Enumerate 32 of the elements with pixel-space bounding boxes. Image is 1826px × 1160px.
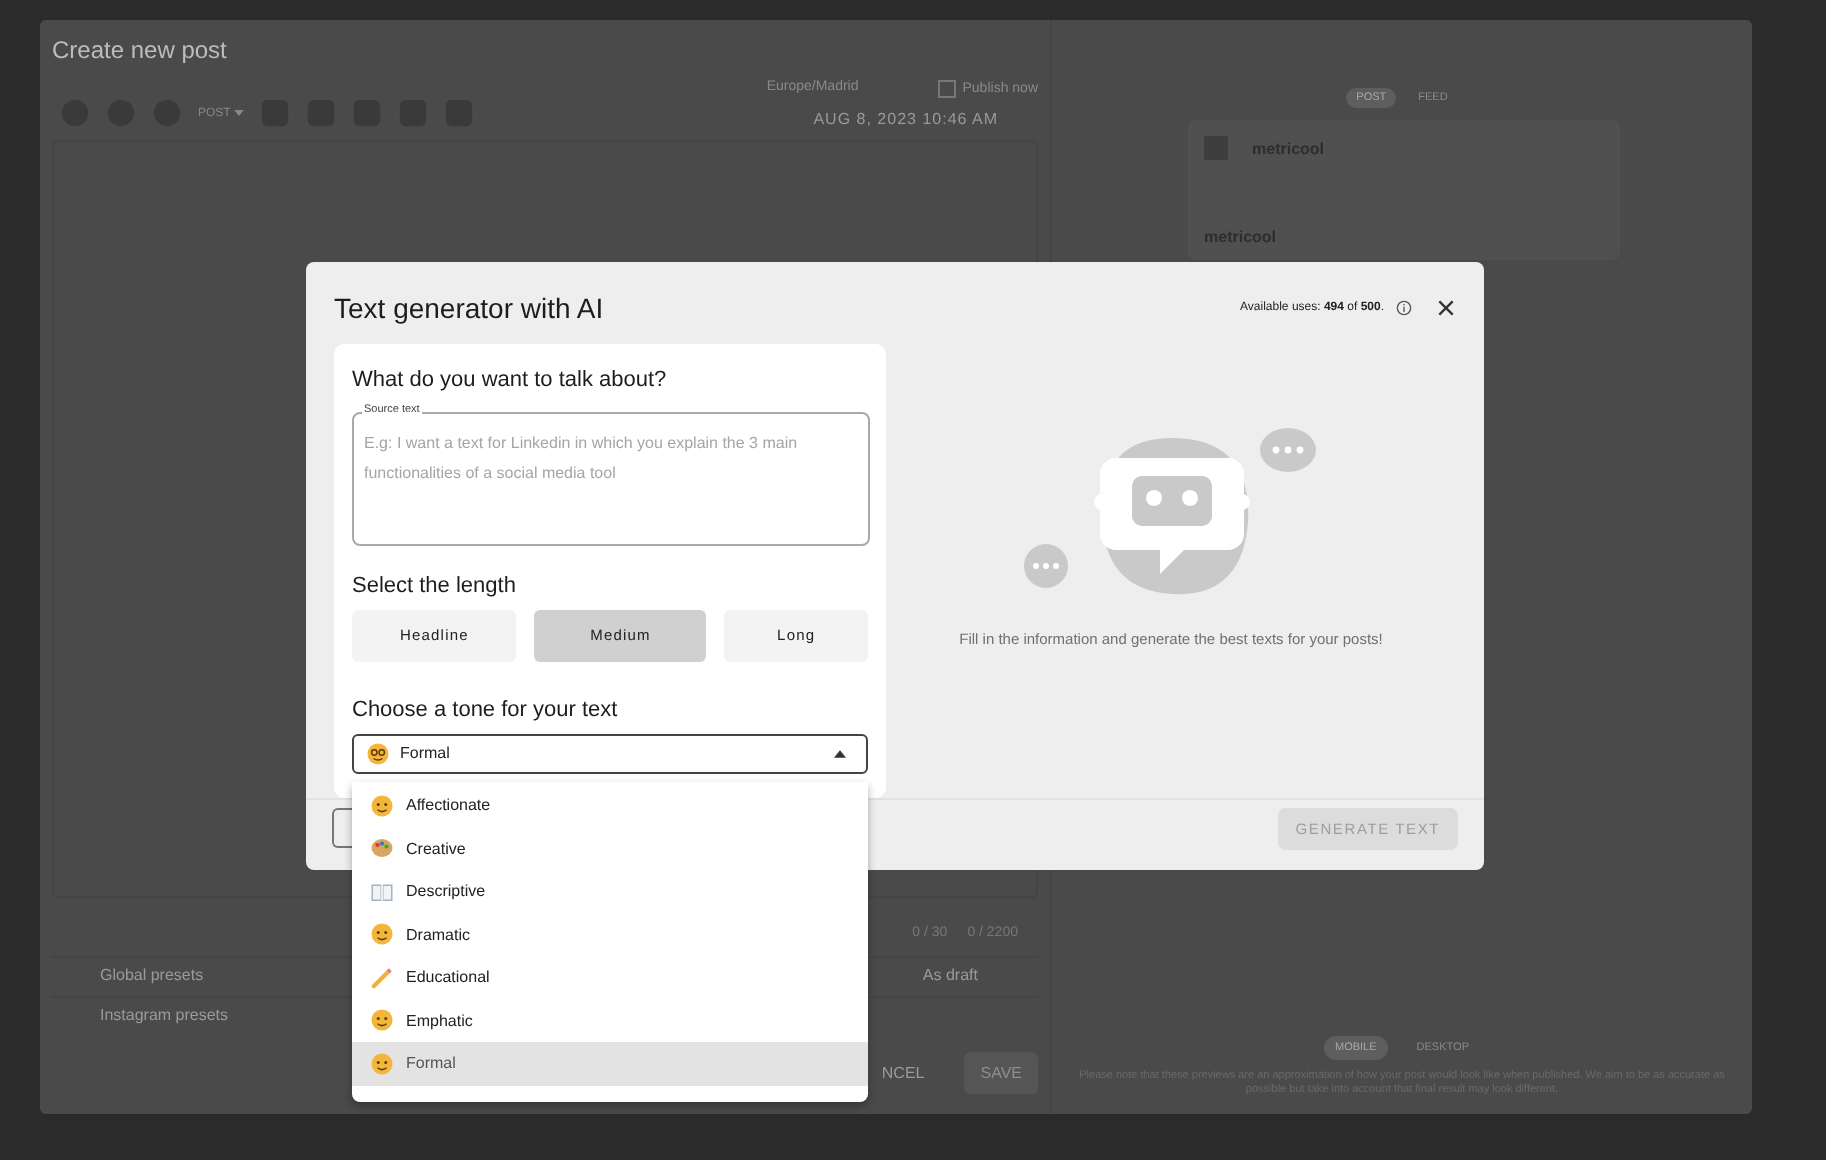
close-icon[interactable] bbox=[1436, 297, 1456, 318]
cancel-button[interactable]: NCEL bbox=[881, 1064, 925, 1082]
length-heading: Select the length bbox=[352, 573, 518, 598]
preset-label[interactable]: Global presets bbox=[100, 966, 204, 984]
tone-select[interactable]: Formal bbox=[352, 733, 868, 774]
source-text-field[interactable]: E.g: I want a text for Linkedin in which you explain the 3 main functionalities of a social media tool bbox=[352, 411, 870, 546]
tone-option[interactable]: Educational bbox=[352, 956, 868, 999]
book-icon bbox=[370, 879, 394, 904]
face-icon bbox=[370, 922, 394, 947]
tone-option[interactable]: Creative bbox=[352, 827, 868, 870]
dialog-title: Text generator with AI bbox=[334, 291, 606, 324]
caret-icon bbox=[234, 110, 245, 116]
palette-icon bbox=[370, 836, 394, 861]
date-picker[interactable]: AUG 8, 2023 10:46 AM bbox=[813, 110, 1038, 128]
face-icon bbox=[366, 741, 390, 766]
face-icon bbox=[370, 1051, 394, 1076]
tone-option[interactable]: Formal bbox=[352, 1042, 868, 1085]
tone-option[interactable]: Affectionate bbox=[352, 784, 868, 827]
info-icon[interactable] bbox=[1396, 299, 1412, 316]
editor-title: Create new post bbox=[52, 36, 229, 64]
tone-option[interactable]: Dramatic bbox=[352, 913, 868, 956]
face-icon bbox=[370, 793, 394, 818]
publish-checkbox[interactable] bbox=[938, 80, 957, 98]
face-icon bbox=[370, 1008, 394, 1033]
tone-heading: Choose a tone for your text bbox=[352, 697, 620, 722]
topic-heading: What do you want to talk about? bbox=[352, 367, 669, 392]
preset-label[interactable]: Instagram presets bbox=[100, 1006, 229, 1024]
save-button[interactable]: SAVE bbox=[964, 1052, 1038, 1094]
pencil-icon bbox=[370, 965, 394, 990]
draft-label: As draft bbox=[922, 966, 978, 984]
tone-option[interactable]: Descriptive bbox=[352, 870, 868, 913]
tone-option[interactable]: Emphatic bbox=[352, 999, 868, 1042]
